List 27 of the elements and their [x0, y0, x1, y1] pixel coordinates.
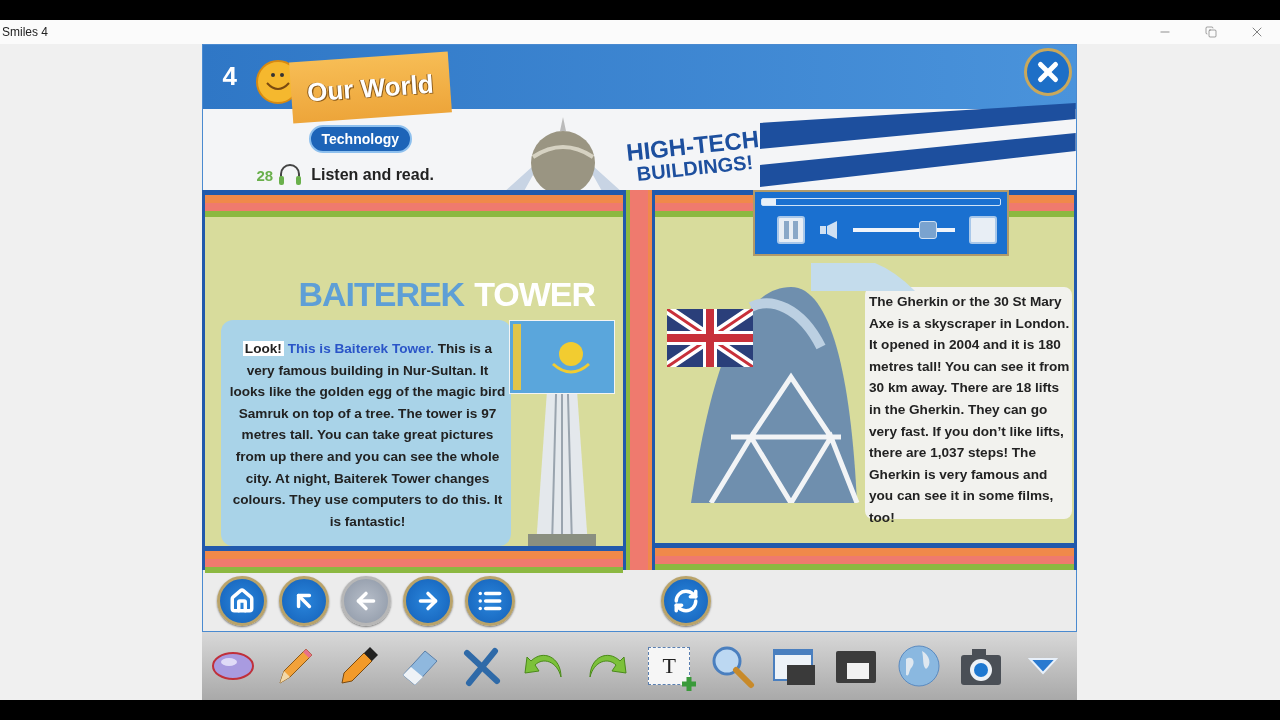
volume-thumb[interactable] [918, 221, 937, 239]
arrow-up-left-button[interactable] [278, 575, 329, 626]
instruction: Listen and read. [311, 166, 434, 184]
refresh-icon [672, 587, 699, 614]
globe-icon [895, 643, 942, 689]
close-button[interactable] [1023, 48, 1072, 96]
speaker-icon[interactable] [819, 221, 839, 239]
list-button[interactable] [464, 575, 515, 626]
pause-button[interactable] [777, 216, 805, 244]
dropdown-triangle-icon [1028, 657, 1059, 675]
paragraph: The Gherkin or the 30 St Mary Axe is a skyscraper in London. It opened in 2004 and it is 180 metres tall! You can see it from 30 km away. There are 18 lifts in the Gherkin. They can go very fast. If you don’t like lifts, there are 1,037 steps! The Gherkin is very famous and you can see it in some films, too! [869, 293, 1070, 527]
paragraph: Look! This is Baiterek Tower. This is a very famous building in Nur-Sultan. It looks like the golden egg of the magic bird Samruk on top of a tree. The tower is 97 metres tall. You can take great pictures from up there and you can see the whole city. At night, Baiterek Tower changes colours. They use computers to do this. It is fantastic! [228, 340, 507, 531]
unit-title: Our World [289, 51, 452, 124]
restore-icon [1205, 26, 1217, 38]
forward-button[interactable] [402, 575, 453, 626]
page-title: TOWER [474, 275, 596, 314]
plus-icon [681, 676, 698, 692]
pause-icon [783, 221, 799, 239]
progress-bar[interactable] [761, 198, 1001, 206]
unit-number: 4 [222, 61, 237, 92]
window-title: Smiles 4 [2, 25, 48, 39]
topic-badge: Technology [308, 125, 413, 153]
track-number: 28 [256, 166, 274, 184]
home-icon [228, 587, 255, 614]
page-title: BAITEREK [298, 275, 465, 314]
home-button[interactable] [216, 575, 267, 626]
refresh-button[interactable] [660, 575, 711, 626]
